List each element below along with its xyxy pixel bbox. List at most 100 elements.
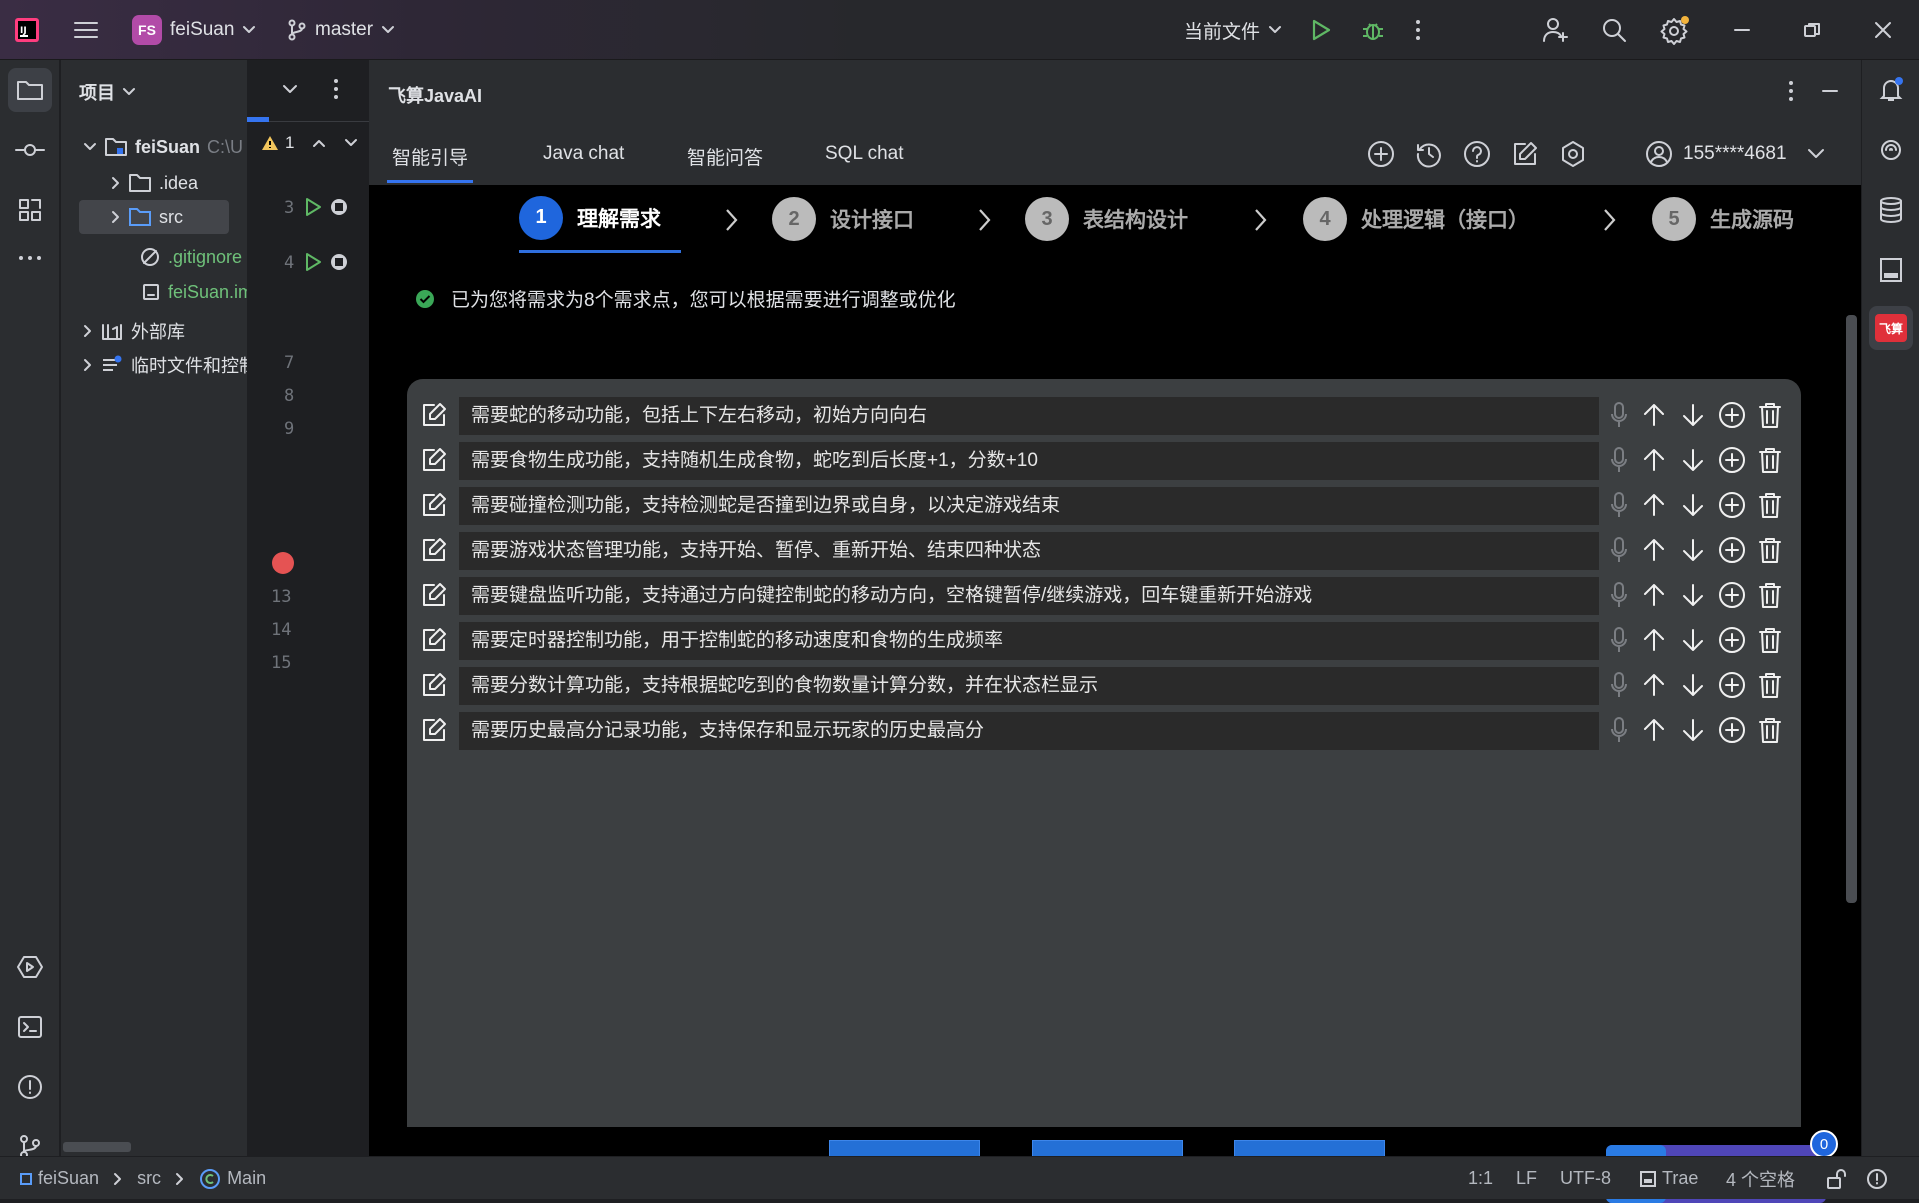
edit-icon[interactable] [421,537,447,563]
arrow-up-icon[interactable] [1640,446,1668,474]
edit-icon[interactable] [421,447,447,473]
edit-icon[interactable] [1511,140,1539,168]
plugin-settings-icon[interactable] [1559,140,1587,168]
breadcrumb-project[interactable]: feiSuan [38,1168,99,1189]
requirement-text[interactable]: 需要历史最高分记录功能，支持保存和显示玩家的历史最高分 [459,712,1599,750]
tree-root-feisuan[interactable]: feiSuan C:\U [83,130,243,164]
requirement-text[interactable]: 需要蛇的移动功能，包括上下左右移动，初始方向向右 [459,397,1599,435]
run-button[interactable] [1310,0,1332,60]
microphone-icon[interactable] [1609,401,1629,429]
add-circle-icon[interactable] [1718,491,1746,519]
trash-icon[interactable] [1757,491,1783,519]
edit-icon[interactable] [421,717,447,743]
chevron-down-icon[interactable] [344,138,358,148]
problems-tool-button[interactable] [8,1065,52,1109]
indent-setting[interactable]: 4 个空格 [1726,1157,1795,1200]
override-marker-icon[interactable] [330,198,348,216]
history-icon[interactable] [1415,140,1443,168]
edit-icon[interactable] [421,582,447,608]
microphone-icon[interactable] [1609,491,1629,519]
requirement-text[interactable]: 需要键盘监听功能，支持通过方向键控制蛇的移动方向，空格键暂停/继续游戏，回车键重… [459,577,1599,615]
microphone-icon[interactable] [1609,671,1629,699]
settings-gear-icon[interactable] [1660,0,1690,60]
add-circle-icon[interactable] [1718,536,1746,564]
add-user-icon[interactable] [1542,0,1570,60]
tree-item-src[interactable]: src [79,200,229,234]
chevron-down-icon[interactable] [282,84,298,96]
bookmark-panel-icon[interactable] [1869,248,1913,292]
project-panel-title[interactable]: 项目 [79,75,136,109]
breakpoint-icon[interactable] [272,552,294,574]
arrow-down-icon[interactable] [1679,716,1707,744]
debug-button[interactable] [1360,0,1386,60]
arrow-down-icon[interactable] [1679,491,1707,519]
trash-icon[interactable] [1757,716,1783,744]
step-1[interactable]: 1 理解需求 [519,185,681,253]
app-logo-icon[interactable]: IJ [14,0,40,60]
step-2[interactable]: 2 设计接口 [772,185,914,253]
lock-icon[interactable] [1826,1157,1848,1200]
structure-tool-button[interactable] [8,188,52,232]
main-menu-icon[interactable] [72,0,100,60]
project-selector[interactable]: FS feiSuan [132,0,256,60]
commit-tool-button[interactable] [8,128,52,172]
breadcrumb-main[interactable]: Main [227,1168,266,1189]
database-icon[interactable] [1869,188,1913,232]
override-marker-icon[interactable] [330,253,348,271]
cursor-position[interactable]: 1:1 [1468,1157,1493,1200]
event-log-icon[interactable] [1866,1157,1888,1200]
user-account-selector[interactable]: 155****4681 [1645,140,1825,168]
terminal-tool-button[interactable] [8,1005,52,1049]
step-5[interactable]: 5 生成源码 [1652,185,1794,253]
add-circle-icon[interactable] [1718,401,1746,429]
tab-sql-chat[interactable]: SQL chat [825,143,904,183]
trash-icon[interactable] [1757,671,1783,699]
add-circle-icon[interactable] [1718,626,1746,654]
microphone-icon[interactable] [1609,716,1629,744]
trash-icon[interactable] [1757,581,1783,609]
run-line-icon[interactable] [303,196,323,218]
restore-window-button[interactable] [1803,0,1821,60]
arrow-down-icon[interactable] [1679,536,1707,564]
notifications-icon[interactable] [1869,68,1913,112]
tab-smart-guide[interactable]: 智能引导 [387,143,473,183]
arrow-up-icon[interactable] [1640,401,1668,429]
file-encoding[interactable]: UTF-8 [1560,1157,1611,1200]
microphone-icon[interactable] [1609,581,1629,609]
tab-java-chat[interactable]: Java chat [543,143,624,183]
more-actions-icon[interactable] [1414,0,1422,60]
trash-icon[interactable] [1757,401,1783,429]
minimize-window-button[interactable] [1733,0,1751,60]
run-line-icon[interactable] [303,251,323,273]
arrow-down-icon[interactable] [1679,446,1707,474]
edit-icon[interactable] [421,492,447,518]
arrow-up-icon[interactable] [1640,671,1668,699]
branch-selector[interactable]: master [287,0,395,60]
requirement-text[interactable]: 需要定时器控制功能，用于控制蛇的移动速度和食物的生成频率 [459,622,1599,660]
tree-item-idea[interactable]: .idea [111,166,198,200]
more-tools-icon[interactable] [8,236,52,280]
chevron-up-icon[interactable] [312,138,326,148]
requirement-text[interactable]: 需要游戏状态管理功能，支持开始、暂停、重新开始、结束四种状态 [459,532,1599,570]
horizontal-scrollbar[interactable] [63,1142,131,1152]
add-circle-icon[interactable] [1718,716,1746,744]
search-icon[interactable] [1601,0,1627,60]
requirement-text[interactable]: 需要分数计算功能，支持根据蛇吃到的食物数量计算分数，并在状态栏显示 [459,667,1599,705]
microphone-icon[interactable] [1609,536,1629,564]
arrow-up-icon[interactable] [1640,536,1668,564]
arrow-down-icon[interactable] [1679,671,1707,699]
tab-smart-qa[interactable]: 智能问答 [687,143,763,183]
warning-counter[interactable]: 1 [261,133,358,153]
add-circle-icon[interactable] [1718,671,1746,699]
arrow-up-icon[interactable] [1640,491,1668,519]
arrow-down-icon[interactable] [1679,626,1707,654]
breadcrumb-src[interactable]: src [137,1168,161,1189]
microphone-icon[interactable] [1609,446,1629,474]
edit-icon[interactable] [421,402,447,428]
help-icon[interactable] [1463,140,1491,168]
line-separator[interactable]: LF [1516,1157,1537,1200]
add-circle-icon[interactable] [1718,446,1746,474]
arrow-up-icon[interactable] [1640,581,1668,609]
trae-status[interactable]: Trae [1640,1157,1698,1200]
edit-icon[interactable] [421,672,447,698]
